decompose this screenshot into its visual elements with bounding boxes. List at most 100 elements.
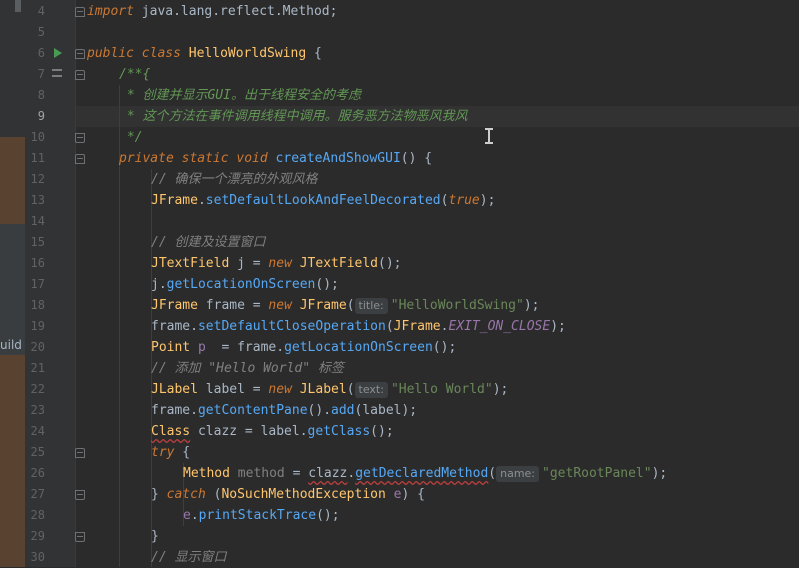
method-name: add <box>331 403 355 418</box>
panel-scrollbar[interactable] <box>15 0 21 12</box>
line-comment: // 确保一个漂亮的外观风格 <box>151 172 318 187</box>
code-text: { <box>306 46 322 61</box>
doc-comment: /**{ <box>119 67 151 82</box>
code-text: (label); <box>354 403 418 418</box>
line-number: 28 <box>30 508 45 522</box>
keyword: public <box>87 46 134 61</box>
code-text: j = <box>229 256 269 271</box>
line-number: 9 <box>37 109 45 123</box>
line-number: 7 <box>37 67 45 81</box>
line-number: 13 <box>30 193 45 207</box>
code-line: JFrame frame = new JFrame(title: "HelloWo… <box>151 298 540 314</box>
parameter-hint: name: <box>496 466 540 482</box>
keyword: true <box>448 193 480 208</box>
method-name: getLocationOnScreen <box>166 277 316 292</box>
class-name: JFrame <box>151 193 198 208</box>
keyword: try <box>151 445 175 460</box>
line-number: 8 <box>37 88 45 102</box>
keyword: new <box>268 256 292 271</box>
code-line: import java.lang.reflect.Method; <box>87 1 337 22</box>
code-line: Point p = frame.getLocationOnScreen(); <box>151 337 456 358</box>
line-number: 4 <box>37 4 45 18</box>
code-text: () { <box>400 151 433 166</box>
code-text: j. <box>151 277 167 292</box>
string-literal: "getRootPanel" <box>542 466 652 481</box>
method-name: setDefaultCloseOperation <box>197 319 386 334</box>
line-number: 29 <box>30 529 45 543</box>
line-comment: // 显示窗口 <box>151 550 227 565</box>
class-name: JFrame <box>393 319 441 334</box>
code-text: (); <box>378 256 402 271</box>
method-name: getLocationOnScreen <box>284 340 433 355</box>
line-number: 12 <box>30 172 45 186</box>
panel-truncated-label: uild <box>0 338 22 352</box>
panel-segment <box>0 224 25 355</box>
variable: method <box>237 466 285 481</box>
class-name: NoSuchMethodException <box>221 487 386 502</box>
panel-segment <box>0 355 25 567</box>
line-number: 6 <box>37 46 45 60</box>
variable: e <box>393 487 402 502</box>
left-tool-panel: uild <box>0 0 25 567</box>
code-text: clazz <box>308 466 348 481</box>
class-name: JTextField <box>151 256 230 271</box>
line-number: 25 <box>30 445 45 459</box>
line-number: 10 <box>30 130 45 144</box>
line-number: 26 <box>30 466 45 480</box>
method-name: setDefaultLookAndFeelDecorated <box>205 193 441 208</box>
code-text: frame. <box>151 319 198 334</box>
code-line: try { <box>151 445 191 460</box>
code-line: frame.getContentPane().add(label); <box>151 403 418 418</box>
line-number: 22 <box>30 382 45 396</box>
line-number: 5 <box>37 25 45 39</box>
panel-segment <box>0 137 25 224</box>
code-line: Method method = clazz.getDeclaredMethod(… <box>183 466 668 482</box>
code-editor[interactable]: import java.lang.reflect.Method; public … <box>76 0 799 567</box>
code-text: java.lang.reflect.Method; <box>133 4 338 19</box>
method-name: printStackTrace <box>198 508 317 523</box>
line-number: 20 <box>30 340 45 354</box>
line-number: 16 <box>30 256 45 270</box>
line-number: 23 <box>30 403 45 417</box>
class-name: JLabel <box>151 382 198 397</box>
line-number: 21 <box>30 361 45 375</box>
string-literal: "Hello World" <box>390 382 493 397</box>
line-number: 14 <box>30 214 45 228</box>
method-name: getContentPane <box>197 403 308 418</box>
method-name: getClass <box>307 424 371 439</box>
editor-gutter[interactable]: 4 5 6 7 8 9 10 11 12 13 14 15 16 17 18 1… <box>25 0 85 567</box>
code-text: (); <box>432 340 457 355</box>
line-number: 19 <box>30 319 45 333</box>
line-number: 17 <box>30 277 45 291</box>
method-name: createAndShowGUI <box>275 151 401 166</box>
class-name: JFrame <box>151 298 198 313</box>
keyword: class <box>141 46 181 61</box>
doc-render-icon[interactable] <box>52 69 62 77</box>
line-comment: // 创建及设置窗口 <box>151 235 266 250</box>
line-number: 24 <box>30 424 45 438</box>
code-text: frame. <box>151 403 198 418</box>
code-text: frame = <box>197 298 269 313</box>
code-line: j.getLocationOnScreen(); <box>151 274 339 295</box>
line-comment: // 添加 "Hello World" 标签 <box>151 361 344 376</box>
code-text: (); <box>370 424 394 439</box>
code-line: e.printStackTrace(); <box>183 508 340 523</box>
class-name: Class <box>151 424 191 439</box>
code-line: private static void createAndShowGUI() { <box>119 148 432 169</box>
constant: EXIT_ON_CLOSE <box>448 319 551 334</box>
code-text: = <box>284 466 309 481</box>
code-line: JTextField j = new JTextField(); <box>151 253 402 274</box>
text-cursor-icon <box>485 128 493 144</box>
code-line: JFrame.setDefaultLookAndFeelDecorated(tr… <box>151 193 496 208</box>
code-line: frame.setDefaultCloseOperation(JFrame.EX… <box>151 319 566 334</box>
variable: e <box>183 508 191 523</box>
parameter-hint: text: <box>354 382 388 398</box>
keyword: new <box>268 298 292 313</box>
doc-comment: * 创建并显示GUI。出于线程安全的考虑 <box>119 88 361 103</box>
keyword: import <box>87 4 134 19</box>
code-text: = frame. <box>205 340 285 355</box>
class-name: JFrame <box>299 298 347 313</box>
method-name: getDeclaredMethod <box>355 466 489 481</box>
code-line: JLabel label = new JLabel(text: "Hello Wo… <box>151 382 509 398</box>
run-gutter-icon[interactable] <box>54 48 62 58</box>
